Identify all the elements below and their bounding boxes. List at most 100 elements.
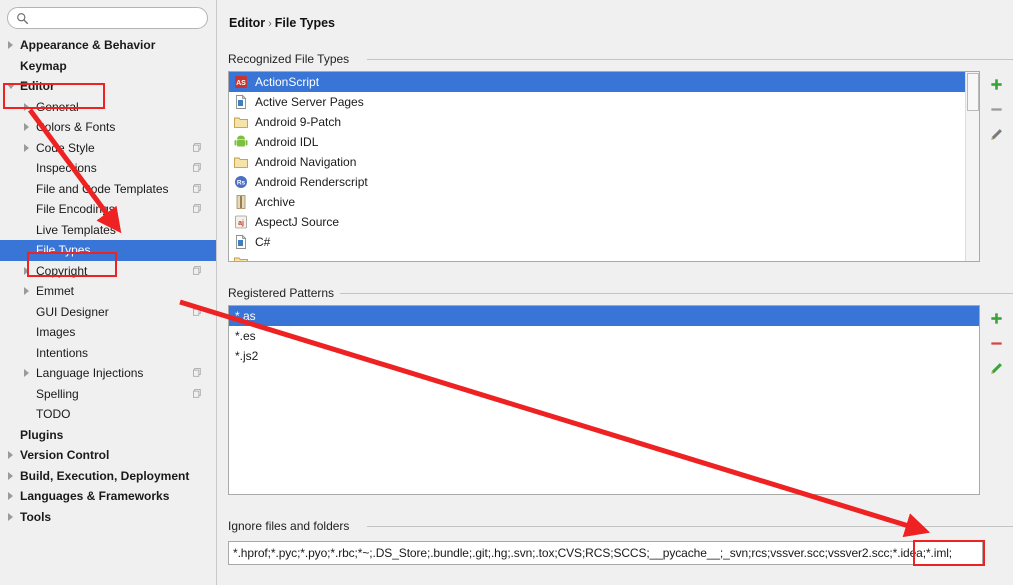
sidebar-item-editor[interactable]: Editor — [0, 76, 216, 97]
ignore-files-label: Ignore files and folders — [228, 519, 356, 533]
chevron-right-icon[interactable] — [22, 265, 33, 276]
sidebar-item-label: Emmet — [36, 284, 75, 299]
chevron-right-icon[interactable] — [22, 101, 33, 112]
pattern-row[interactable]: *.as — [229, 306, 979, 326]
add-pattern-button[interactable] — [984, 306, 1008, 331]
chevron-right-icon[interactable] — [6, 491, 17, 502]
minus-icon — [990, 342, 1002, 345]
sidebar-item-gui-designer[interactable]: GUI Designer — [0, 302, 216, 323]
copy-settings-icon[interactable] — [192, 367, 203, 378]
file-type-row[interactable]: aj AspectJ Source — [229, 212, 965, 232]
recognized-scrollbar-thumb[interactable] — [967, 73, 979, 111]
sidebar-item-version-control[interactable]: Version Control — [0, 445, 216, 466]
asp-file-icon — [236, 94, 247, 109]
sidebar-item-appearance-behavior[interactable]: Appearance & Behavior — [0, 35, 216, 56]
breadcrumb: Editor › File Types — [229, 16, 335, 30]
sidebar-item-label: Keymap — [20, 58, 67, 73]
sidebar-item-images[interactable]: Images — [0, 322, 216, 343]
sidebar-item-keymap[interactable]: Keymap — [0, 56, 216, 77]
recognized-file-types-label: Recognized File Types — [228, 52, 356, 66]
settings-main-panel: Editor › File Types Recognized File Types … — [217, 0, 1013, 585]
chevron-right-icon[interactable] — [22, 122, 33, 133]
copy-settings-icon[interactable] — [192, 306, 203, 317]
file-type-row[interactable]: Archive — [229, 192, 965, 212]
copy-settings-icon[interactable] — [192, 183, 203, 194]
file-type-row[interactable]: Android 9-Patch — [229, 112, 965, 132]
copy-settings-icon[interactable] — [192, 203, 203, 214]
sidebar-item-spelling[interactable]: Spelling — [0, 384, 216, 405]
file-type-row-partial[interactable] — [229, 252, 965, 261]
chevron-right-icon[interactable] — [22, 142, 33, 153]
sidebar-item-colors-fonts[interactable]: Colors & Fonts — [0, 117, 216, 138]
file-type-label: Active Server Pages — [255, 95, 364, 109]
sidebar-item-file-types[interactable]: File Types — [0, 240, 216, 261]
sidebar-item-general[interactable]: General — [0, 97, 216, 118]
svg-text:AS: AS — [236, 80, 246, 87]
sidebar-item-file-and-code-templates[interactable]: File and Code Templates — [0, 179, 216, 200]
chevron-right-icon[interactable] — [6, 450, 17, 461]
sidebar-item-inspections[interactable]: Inspections — [0, 158, 216, 179]
copy-settings-icon[interactable] — [192, 265, 203, 276]
sidebar-item-todo[interactable]: TODO — [0, 404, 216, 425]
recognized-file-types-toolbar — [983, 72, 1009, 147]
sidebar-item-build-execution-deployment[interactable]: Build, Execution, Deployment — [0, 466, 216, 487]
remove-pattern-button[interactable] — [984, 331, 1008, 356]
archive-icon — [236, 195, 246, 209]
pattern-row[interactable]: *.es — [229, 326, 979, 346]
pattern-row[interactable]: *.js2 — [229, 346, 979, 366]
search-box[interactable] — [7, 7, 208, 29]
chevron-right-icon[interactable] — [22, 286, 33, 297]
breadcrumb-leaf: File Types — [274, 16, 335, 30]
pattern-label: *.as — [235, 309, 256, 323]
chevron-right-icon[interactable] — [6, 511, 17, 522]
sidebar-item-emmet[interactable]: Emmet — [0, 281, 216, 302]
sidebar-item-label: Appearance & Behavior — [20, 38, 156, 53]
ignore-files-input[interactable] — [228, 541, 983, 565]
sidebar-item-code-style[interactable]: Code Style — [0, 138, 216, 159]
sidebar-item-languages-frameworks[interactable]: Languages & Frameworks — [0, 486, 216, 507]
file-type-row[interactable]: Active Server Pages — [229, 92, 965, 112]
copy-settings-icon[interactable] — [192, 142, 203, 153]
file-type-row[interactable]: Rs Android Renderscript — [229, 172, 965, 192]
breadcrumb-root[interactable]: Editor — [229, 16, 265, 30]
sidebar-item-label: General — [36, 99, 79, 114]
registered-patterns-list[interactable]: *.as *.es *.js2 — [228, 305, 980, 495]
sidebar-item-label: Intentions — [36, 345, 89, 360]
chevron-right-icon[interactable] — [6, 470, 17, 481]
copy-settings-icon[interactable] — [192, 388, 203, 399]
sidebar-item-live-templates[interactable]: Live Templates — [0, 220, 216, 241]
sidebar-item-plugins[interactable]: Plugins — [0, 425, 216, 446]
sidebar-item-intentions[interactable]: Intentions — [0, 343, 216, 364]
file-type-row[interactable]: AS ActionScript — [229, 72, 965, 92]
edit-file-type-button[interactable] — [984, 122, 1008, 147]
sidebar-item-language-injections[interactable]: Language Injections — [0, 363, 216, 384]
edit-pattern-button[interactable] — [984, 356, 1008, 381]
sidebar-item-tools[interactable]: Tools — [0, 507, 216, 528]
file-type-label: Android Navigation — [255, 155, 357, 169]
chevron-right-icon[interactable] — [6, 40, 17, 51]
sidebar-item-copyright[interactable]: Copyright — [0, 261, 216, 282]
chevron-right-icon[interactable] — [22, 368, 33, 379]
file-type-row[interactable]: Android Navigation — [229, 152, 965, 172]
chevron-down-icon[interactable] — [6, 81, 17, 92]
add-file-type-button[interactable] — [984, 72, 1008, 97]
recognized-list-scrollbar[interactable] — [965, 72, 979, 261]
file-type-row[interactable]: Android IDL — [229, 132, 965, 152]
settings-dialog: Appearance & Behavior Keymap Editor General… — [0, 0, 1013, 585]
search-input[interactable] — [34, 9, 199, 27]
settings-sidebar: Appearance & Behavior Keymap Editor General… — [0, 0, 217, 585]
sidebar-item-label: File and Code Templates — [36, 181, 169, 196]
recognized-file-types-list[interactable]: AS ActionScript Active Server Pages Android… — [228, 71, 980, 262]
file-type-row[interactable]: C# — [229, 232, 965, 252]
copy-settings-icon[interactable] — [192, 162, 203, 173]
sidebar-item-file-encodings[interactable]: File Encodings — [0, 199, 216, 220]
sidebar-item-label: File Types — [36, 243, 91, 258]
